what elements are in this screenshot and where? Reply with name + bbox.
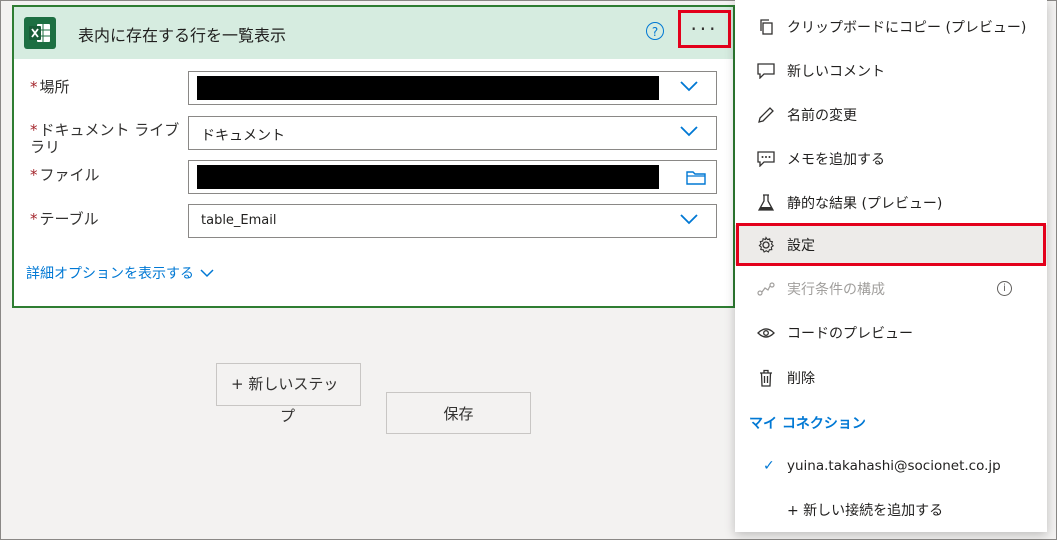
table-value: table_Email (201, 213, 277, 228)
redacted-value (197, 165, 659, 189)
note-icon (757, 150, 775, 168)
menu-item-label: コードのプレビュー (787, 326, 913, 342)
file-label: * ファイル (30, 166, 100, 184)
chevron-down-icon (680, 81, 698, 92)
menu-item-static-result[interactable]: 静的な結果 (プレビュー) (735, 183, 1047, 223)
new-step-label: + 新しいステッ (231, 375, 339, 393)
menu-item-delete[interactable]: 削除 (735, 358, 1047, 398)
flask-icon (757, 194, 775, 212)
menu-item-label: クリップボードにコピー (プレビュー) (787, 20, 1027, 36)
menu-item-settings[interactable]: 設定 (735, 225, 1047, 265)
excel-icon (24, 17, 56, 49)
menu-item-rename[interactable]: 名前の変更 (735, 95, 1047, 135)
action-card-header[interactable]: 表内に存在する行を一覧表示 ? ··· (14, 7, 733, 59)
my-connections-heading: マイ コネクション (749, 416, 866, 432)
action-card: 表内に存在する行を一覧表示 ? ··· * 場所 * ドキュメント ライブ ラリ ドキ… (12, 5, 735, 308)
comment-icon (757, 62, 775, 80)
add-new-connection-link[interactable]: + 新しい接続を追加する (787, 500, 943, 520)
checkmark-icon: ✓ (763, 458, 775, 474)
copy-icon (757, 18, 775, 36)
chevron-down-icon (680, 126, 698, 137)
info-icon[interactable]: i (997, 281, 1012, 296)
document-library-value: ドキュメント (201, 128, 285, 144)
table-dropdown[interactable]: table_Email (188, 204, 717, 238)
table-label: * テーブル (30, 210, 99, 228)
menu-item-configure-run-after: 実行条件の構成 i (735, 269, 1047, 309)
menu-item-new-comment[interactable]: 新しいコメント (735, 51, 1047, 91)
menu-item-label: 静的な結果 (プレビュー) (787, 196, 943, 212)
location-label: * 場所 (30, 78, 70, 96)
eye-icon (757, 324, 775, 342)
document-library-dropdown[interactable]: ドキュメント (188, 116, 717, 150)
redacted-value (197, 76, 659, 100)
gear-icon (757, 236, 775, 254)
location-dropdown[interactable] (188, 71, 717, 105)
advanced-options-label: 詳細オプションを表示する (26, 266, 194, 282)
new-step-label-wrap: プ (280, 407, 296, 425)
menu-item-label: メモを追加する (787, 152, 885, 168)
run-after-icon (757, 280, 775, 298)
save-button[interactable]: 保存 (386, 392, 531, 434)
help-icon[interactable]: ? (646, 22, 664, 40)
menu-item-label: 設定 (787, 238, 815, 254)
folder-icon[interactable] (686, 169, 706, 185)
menu-item-copy-to-clipboard[interactable]: クリップボードにコピー (プレビュー) (735, 7, 1047, 47)
menu-item-peek-code[interactable]: コードのプレビュー (735, 313, 1047, 353)
trash-icon (757, 369, 775, 387)
menu-item-label: 名前の変更 (787, 108, 857, 124)
connection-item[interactable]: ✓ yuina.takahashi@socionet.co.jp (735, 447, 1047, 487)
action-title: 表内に存在する行を一覧表示 (78, 26, 287, 45)
chevron-down-icon (680, 214, 698, 225)
chevron-down-icon (200, 268, 214, 277)
pencil-icon (757, 106, 775, 124)
file-picker-field[interactable] (188, 160, 717, 194)
context-menu: クリップボードにコピー (プレビュー) 新しいコメント 名前の変更 メモを追加す… (735, 0, 1047, 532)
menu-item-label: 新しいコメント (787, 64, 885, 80)
more-options-button[interactable]: ··· (678, 10, 731, 48)
connection-email: yuina.takahashi@socionet.co.jp (787, 458, 1001, 474)
document-library-label: * ドキュメント ライブ ラリ (30, 121, 180, 156)
menu-item-add-note[interactable]: メモを追加する (735, 139, 1047, 179)
menu-item-label: 削除 (787, 371, 815, 387)
show-advanced-options-link[interactable]: 詳細オプションを表示する (26, 263, 214, 283)
new-step-button[interactable]: + 新しいステッ (216, 363, 361, 406)
menu-item-label: 実行条件の構成 (787, 282, 885, 298)
